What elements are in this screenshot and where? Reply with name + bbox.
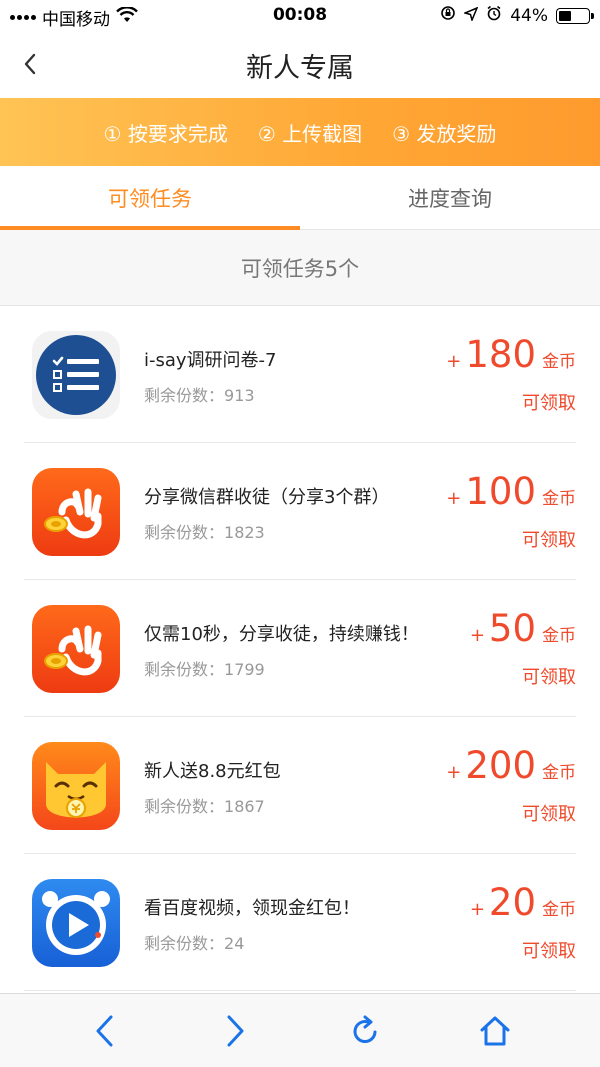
reward-plus: +	[446, 762, 462, 783]
task-title: 分享微信群收徒（分享3个群）	[144, 487, 390, 508]
video-play-icon	[32, 879, 120, 967]
task-title: 仅需10秒，分享收徒，持续赚钱！	[144, 624, 419, 645]
back-icon	[96, 1015, 113, 1046]
task-reward: + 50 金币	[470, 610, 576, 647]
location-icon	[462, 6, 479, 26]
reward-plus: +	[446, 488, 462, 509]
tab-bar: 可领任务 进度查询	[0, 166, 600, 230]
page-title: 新人专属	[246, 52, 354, 84]
task-remaining: 剩余份数：1799	[144, 656, 265, 680]
ok-hand-coin-icon	[32, 468, 120, 556]
status-right: 44%	[440, 5, 594, 26]
home-button[interactable]	[473, 1009, 517, 1053]
reward-plus: +	[446, 351, 462, 372]
remaining-label: 剩余份数：	[144, 797, 225, 816]
task-item[interactable]: 新人送8.8元红包 剩余份数：1867 + 200 金币 可领取	[24, 717, 576, 854]
claim-status[interactable]: 可领取	[522, 526, 576, 552]
reward-unit: 金币	[542, 763, 576, 783]
task-item[interactable]: 分享微信群收徒（分享3个群） 剩余份数：1823 + 100 金币 可领取	[24, 443, 576, 580]
alarm-icon	[486, 5, 502, 26]
task-remaining: 剩余份数：1867	[144, 793, 265, 817]
browser-forward-button[interactable]	[213, 1009, 257, 1053]
chevron-left-icon	[24, 53, 36, 75]
reward-amount: 180	[465, 333, 536, 376]
reward-unit: 金币	[542, 900, 576, 920]
nav-bar: 新人专属	[0, 32, 600, 98]
remaining-label: 剩余份数：	[144, 934, 225, 953]
bottom-toolbar	[0, 993, 600, 1067]
survey-list-icon	[32, 331, 120, 419]
steps-banner: ① 按要求完成 ② 上传截图 ③ 发放奖励	[0, 98, 600, 166]
browser-back-button[interactable]	[83, 1009, 127, 1053]
reward-amount: 20	[488, 881, 536, 924]
status-bar: 中国移动 00:08 44%	[0, 0, 600, 32]
refresh-icon	[353, 1015, 377, 1043]
claim-status[interactable]: 可领取	[522, 937, 576, 963]
reward-amount: 200	[465, 744, 536, 787]
reward-plus: +	[469, 625, 485, 646]
task-reward: + 100 金币	[446, 473, 576, 510]
forward-icon	[227, 1015, 244, 1046]
reward-amount: 100	[465, 470, 536, 513]
reward-amount: 50	[488, 607, 536, 650]
remaining-label: 剩余份数：	[144, 660, 225, 679]
remaining-label: 剩余份数：	[144, 523, 225, 542]
task-list: i-say调研问卷-7 剩余份数：913 + 180 金币 可领取 分享微信群收…	[0, 306, 600, 991]
reward-unit: 金币	[542, 489, 576, 509]
task-remaining: 剩余份数：913	[144, 382, 255, 406]
tab-available-tasks[interactable]: 可领任务	[0, 166, 300, 230]
task-title: i-say调研问卷-7	[144, 350, 277, 371]
battery-icon	[556, 7, 594, 24]
ok-hand-coin-icon	[32, 605, 120, 693]
remaining-value: 1867	[224, 797, 265, 816]
claim-status[interactable]: 可领取	[522, 663, 576, 689]
tab-progress-query[interactable]: 进度查询	[300, 166, 600, 229]
reward-unit: 金币	[542, 352, 576, 372]
remaining-label: 剩余份数：	[144, 386, 225, 405]
task-item[interactable]: i-say调研问卷-7 剩余份数：913 + 180 金币 可领取	[24, 306, 576, 443]
task-count-label: 可领任务5个	[0, 230, 600, 306]
reward-plus: +	[469, 899, 485, 920]
cat-coin-icon	[32, 742, 120, 830]
task-title: 新人送8.8元红包	[144, 761, 281, 782]
task-item[interactable]: 仅需10秒，分享收徒，持续赚钱！ 剩余份数：1799 + 50 金币 可领取	[24, 580, 576, 717]
remaining-value: 913	[224, 386, 255, 405]
task-remaining: 剩余份数：1823	[144, 519, 265, 543]
home-icon	[480, 1016, 510, 1045]
reward-unit: 金币	[542, 626, 576, 646]
refresh-button[interactable]	[343, 1009, 387, 1053]
task-reward: + 180 金币	[446, 336, 576, 373]
back-button[interactable]	[12, 46, 48, 82]
battery-percent: 44%	[510, 5, 548, 26]
task-reward: + 20 金币	[470, 884, 576, 921]
task-title: 看百度视频，领现金红包！	[144, 898, 360, 919]
step-1: ① 按要求完成	[103, 121, 228, 146]
step-2: ② 上传截图	[257, 121, 363, 146]
claim-status[interactable]: 可领取	[522, 800, 576, 826]
task-reward: + 200 金币	[446, 747, 576, 784]
step-3: ③ 发放奖励	[392, 121, 497, 146]
rotation-lock-icon	[440, 5, 456, 26]
remaining-value: 1823	[224, 523, 265, 542]
claim-status[interactable]: 可领取	[522, 389, 576, 415]
remaining-value: 24	[224, 934, 245, 953]
remaining-value: 1799	[224, 660, 265, 679]
task-item[interactable]: 看百度视频，领现金红包！ 剩余份数：24 + 20 金币 可领取	[24, 854, 576, 991]
task-remaining: 剩余份数：24	[144, 930, 244, 954]
